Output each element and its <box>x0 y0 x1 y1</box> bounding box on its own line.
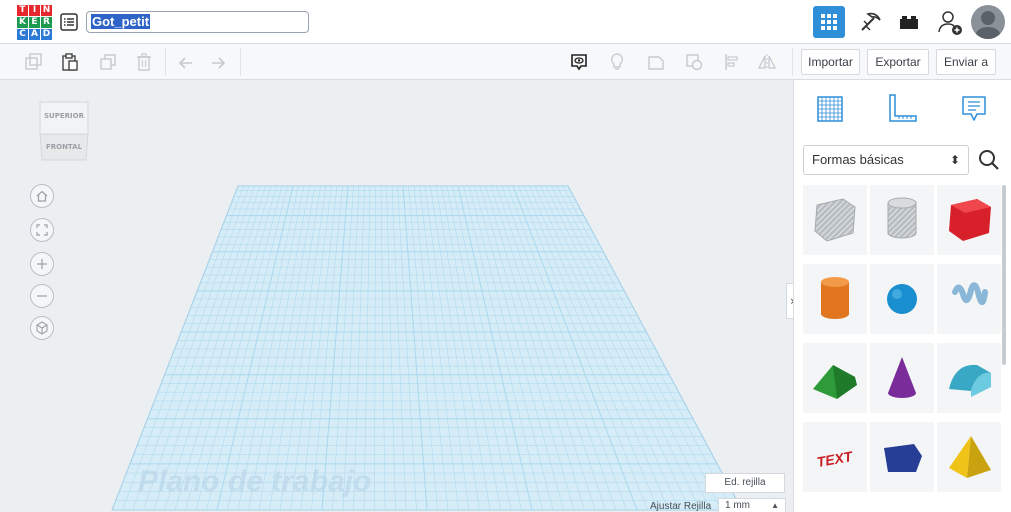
paste-icon[interactable] <box>60 52 80 72</box>
polygon-icon <box>884 444 922 472</box>
plus-icon <box>37 259 47 269</box>
caret-up-icon: ▲ <box>771 501 779 510</box>
panel-scrollbar[interactable] <box>1002 185 1006 365</box>
notes-icon[interactable] <box>958 93 990 125</box>
design-title-input[interactable]: Got_petit <box>86 11 309 33</box>
edit-toolbar: Importar Exportar Enviar a <box>0 44 1011 80</box>
logo-letter: C <box>17 29 28 40</box>
undo-icon[interactable] <box>176 52 196 72</box>
view-cube-front-label: FRONTAL <box>45 143 83 151</box>
user-avatar[interactable] <box>971 5 1005 39</box>
add-user-icon[interactable] <box>934 6 966 38</box>
zoom-out-button[interactable] <box>30 284 54 308</box>
grid-view-icon <box>821 14 837 30</box>
snap-grid-label: Ajustar Rejilla <box>650 501 712 512</box>
svg-text:TEXT: TEXT <box>815 448 854 470</box>
group-icon[interactable] <box>646 52 666 72</box>
fit-view-button[interactable] <box>30 218 54 242</box>
round-roof-icon <box>949 364 991 397</box>
light-bulb-icon[interactable] <box>607 52 627 72</box>
perspective-toggle-button[interactable] <box>30 316 54 340</box>
box-hole-icon <box>814 198 856 242</box>
shape-box[interactable] <box>937 185 1001 255</box>
tinkercad-logo[interactable]: TIN KER CAD <box>17 5 53 41</box>
logo-letter: D <box>41 29 52 40</box>
notes-visibility-icon[interactable] <box>569 52 589 72</box>
shape-polygon[interactable] <box>870 422 934 492</box>
workspace-canvas[interactable]: SUPERIOR FRONTAL Plano de trabajo Ed. re… <box>0 80 793 512</box>
shape-sphere[interactable] <box>870 264 934 334</box>
zoom-in-button[interactable] <box>30 252 54 276</box>
home-view-button[interactable] <box>30 184 54 208</box>
shape-cylinder-hole[interactable] <box>870 185 934 255</box>
view-cube[interactable]: SUPERIOR FRONTAL <box>36 98 92 166</box>
snap-grid-value: 1 mm <box>725 500 750 511</box>
shape-round-roof[interactable] <box>937 343 1001 413</box>
send-to-button[interactable]: Enviar a <box>936 49 996 75</box>
redo-icon[interactable] <box>208 52 228 72</box>
duplicate-icon[interactable] <box>98 52 118 72</box>
search-icon[interactable] <box>977 148 1001 172</box>
logo-letter: N <box>41 5 52 16</box>
box-icon <box>949 199 991 241</box>
import-button[interactable]: Importar <box>801 49 860 75</box>
shape-roof[interactable] <box>803 343 867 413</box>
cylinder-icon <box>821 277 849 319</box>
mirror-icon[interactable] <box>757 52 777 72</box>
copy-icon[interactable] <box>24 52 44 72</box>
codeblocks-pickaxe-icon[interactable] <box>854 6 886 38</box>
perspective-cube-icon <box>36 321 48 335</box>
align-icon[interactable] <box>722 52 742 72</box>
logo-letter: T <box>17 5 28 16</box>
workplane-grid-icon[interactable] <box>814 93 846 125</box>
scribble-icon <box>952 282 988 305</box>
shape-cylinder[interactable] <box>803 264 867 334</box>
top-bar: TIN KER CAD Got_petit <box>0 0 1011 44</box>
3d-design-view-button[interactable] <box>813 6 845 38</box>
logo-letter: I <box>29 5 40 16</box>
shape-box-hole[interactable] <box>803 185 867 255</box>
snap-grid-select[interactable]: 1 mm ▲ <box>718 498 786 512</box>
workplane-label: Plano de trabajo <box>138 465 372 498</box>
bricks-icon[interactable] <box>893 6 925 38</box>
delete-icon[interactable] <box>134 52 154 72</box>
logo-letter: K <box>17 17 28 28</box>
text-icon: TEXT <box>815 448 854 470</box>
logo-letter: A <box>29 29 40 40</box>
cylinder-hole-icon <box>887 197 917 239</box>
roof-icon <box>813 365 857 399</box>
cone-icon <box>888 357 916 398</box>
minus-icon <box>37 295 47 297</box>
logo-letter: E <box>29 17 40 28</box>
shape-text[interactable]: TEXT <box>803 422 867 492</box>
edit-grid-button[interactable]: Ed. rejilla <box>705 473 785 493</box>
home-icon <box>36 190 48 202</box>
shape-category-value: Formas básicas <box>812 152 904 167</box>
shape-category-select[interactable]: Formas básicas ⬍ <box>803 145 969 175</box>
ungroup-icon[interactable] <box>684 52 704 72</box>
workplane-grid[interactable] <box>0 80 793 512</box>
toolbar-divider <box>165 48 166 76</box>
view-cube-shape <box>39 101 89 161</box>
shape-pyramid[interactable] <box>937 422 1001 492</box>
toolbar-divider <box>792 48 793 76</box>
sphere-icon <box>887 284 917 314</box>
export-button[interactable]: Exportar <box>867 49 929 75</box>
logo-letter: R <box>41 17 52 28</box>
toolbar-divider <box>240 48 241 76</box>
pyramid-icon <box>949 436 991 478</box>
avatar-silhouette-icon <box>974 11 1002 39</box>
design-list-icon[interactable] <box>60 13 78 31</box>
shape-cone[interactable] <box>870 343 934 413</box>
select-arrows-icon: ⬍ <box>949 153 960 167</box>
fit-all-icon <box>36 224 48 236</box>
design-title-text: Got_petit <box>91 14 151 29</box>
ruler-icon[interactable] <box>886 93 918 125</box>
view-cube-top-label: SUPERIOR <box>44 112 84 120</box>
shape-scribble[interactable] <box>937 264 1001 334</box>
shapes-panel: Formas básicas ⬍ TEXT <box>793 80 1011 512</box>
